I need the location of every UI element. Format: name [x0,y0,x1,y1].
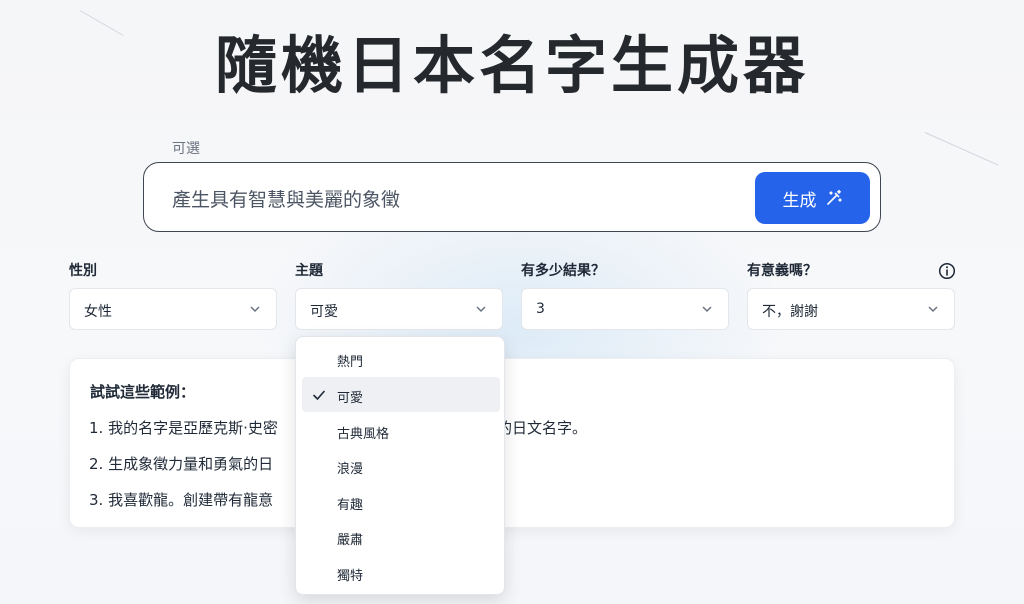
example-item-1[interactable]: 1. 我的名字是亞歷克斯·史密 [89,417,278,438]
theme-dropdown-menu: 熱門 可愛 古典風格 浪漫 有趣 嚴肅 獨特 [295,336,505,595]
meaning-field: 有意義嗎？ 不，謝謝 [747,262,955,330]
example-item-3[interactable]: 3. 我喜歡龍。創建帶有龍意 [89,489,273,510]
gender-field: 性別 女性 [69,262,277,330]
meaning-label: 有意義嗎？ [747,263,817,279]
theme-option-label: 獨特 [337,569,364,584]
check-icon [313,390,325,400]
result-count-label: 有多少結果？ [521,263,605,279]
examples-card: 試試這些範例： 1. 我的名字是亞歷克斯·史密 近的日文名字。 2. 生成象徵力… [69,358,955,528]
prompt-input-value[interactable]: 產生具有智慧與美麗的象徵 [172,185,400,212]
chevron-down-icon [476,306,486,313]
optional-label: 可選 [172,141,200,157]
theme-option-label: 古典風格 [337,427,390,442]
theme-option[interactable]: 獨特 [302,555,500,590]
theme-label: 主題 [295,263,323,279]
examples-title: 試試這些範例： [90,383,196,401]
theme-option[interactable]: 古典風格 [302,413,500,448]
theme-field: 主題 可愛 [295,262,503,330]
theme-select-value: 可愛 [310,304,338,320]
theme-option-selected[interactable]: 可愛 [302,377,500,412]
prompt-input[interactable]: 產生具有智慧與美麗的象徵 生成 [143,162,881,232]
theme-option[interactable]: 浪漫 [302,448,500,483]
generate-button-label: 生成 [782,190,817,211]
result-count-select[interactable]: 3 [521,288,729,330]
chevron-down-icon [928,306,938,313]
gender-label: 性別 [69,263,97,279]
result-count-select-value: 3 [536,301,545,317]
theme-option-label: 熱門 [337,355,364,370]
example-item-3-text: 3. 我喜歡龍。創建帶有龍意 [89,491,274,509]
theme-option-label: 可愛 [337,391,364,406]
meaning-select-value: 不，謝謝 [762,304,818,320]
theme-option-label: 嚴肅 [337,533,364,548]
decorative-streak [924,132,999,166]
magic-wand-icon [826,189,842,205]
example-item-2-text: 2. 生成象徵力量和勇氣的日 [89,455,274,473]
gender-select[interactable]: 女性 [69,288,277,330]
theme-option[interactable]: 熱門 [302,341,500,376]
example-item-2[interactable]: 2. 生成象徵力量和勇氣的日 [89,453,273,474]
page-title: 隨機日本名字生成器 [214,29,809,102]
theme-select[interactable]: 可愛 [295,288,503,330]
theme-option[interactable]: 嚴肅 [302,519,500,554]
theme-option-label: 浪漫 [337,462,364,477]
meaning-select[interactable]: 不，謝謝 [747,288,955,330]
generate-button[interactable]: 生成 [755,172,870,224]
chevron-down-icon [250,306,260,313]
chevron-down-icon [702,306,712,313]
info-icon[interactable] [938,262,956,280]
gender-select-value: 女性 [84,304,112,320]
result-count-field: 有多少結果？ 3 [521,262,729,330]
example-item-1-text: 1. 我的名字是亞歷克斯·史密 [89,419,278,437]
theme-option[interactable]: 有趣 [302,484,500,519]
theme-option-label: 有趣 [337,498,364,513]
